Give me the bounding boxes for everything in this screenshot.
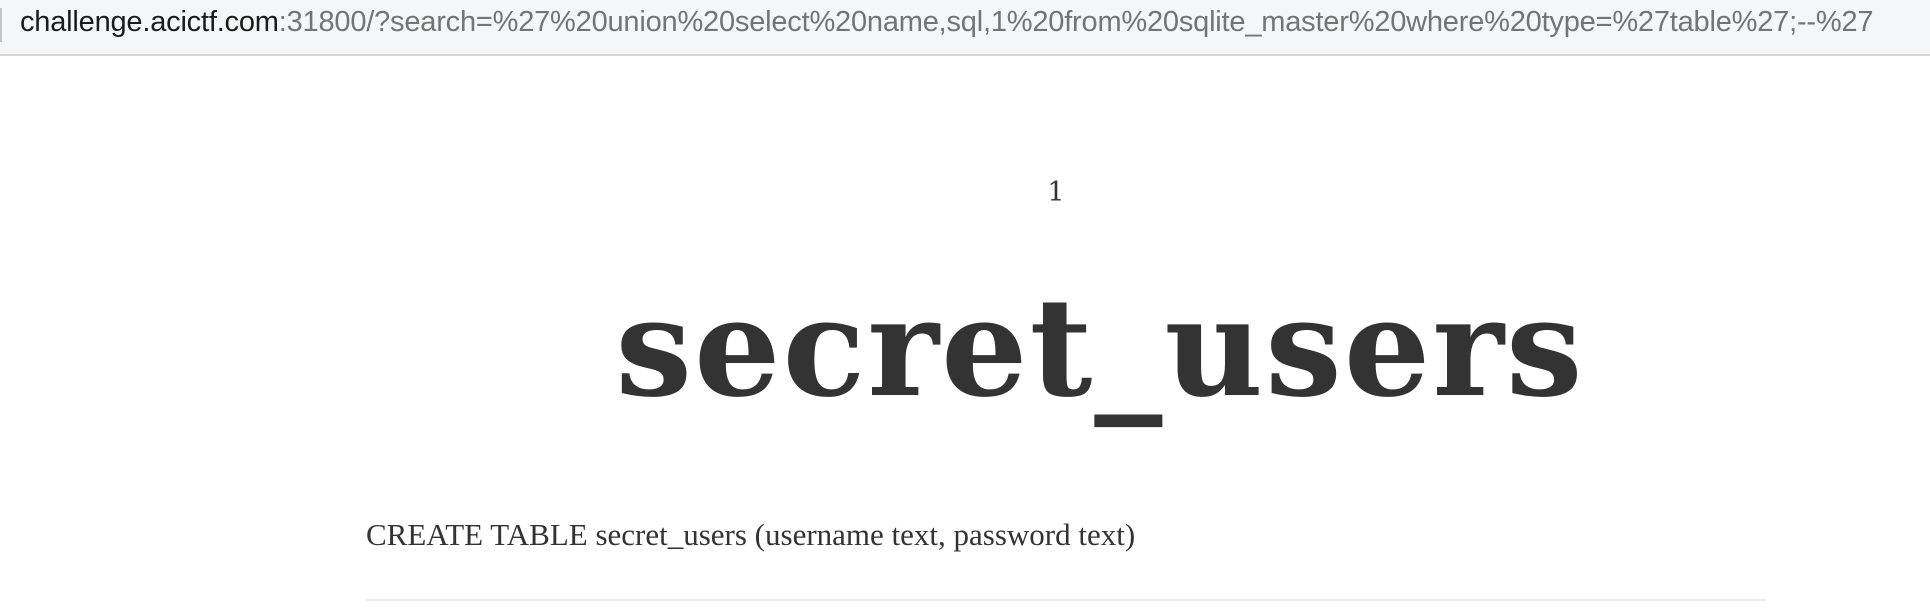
- url-path-query: :31800/?search=%27%20union%20select%20na…: [278, 6, 1874, 38]
- result-id: 1: [1047, 177, 1065, 208]
- page-content: 1 secret_users CREATE TABLE secret_users…: [0, 56, 1930, 612]
- address-bar[interactable]: challenge.acictf.com:31800/?search=%27%2…: [0, 0, 1930, 56]
- result-title: secret_users: [615, 268, 1585, 428]
- url-host: challenge.acictf.com: [20, 6, 279, 38]
- text-cursor: [0, 8, 2, 42]
- url-text[interactable]: challenge.acictf.com:31800/?search=%27%2…: [20, 2, 1874, 42]
- divider: [366, 599, 1766, 601]
- result-body: CREATE TABLE secret_users (username text…: [366, 517, 1136, 552]
